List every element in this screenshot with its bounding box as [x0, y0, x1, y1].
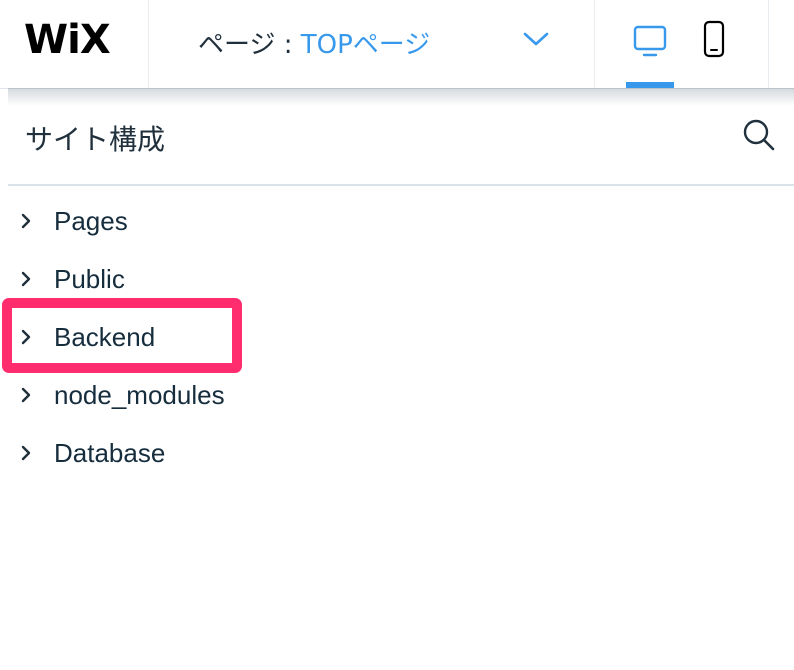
search-button[interactable]: [742, 118, 776, 152]
panel-divider: [8, 184, 794, 186]
page-prefix: ページ :: [198, 30, 301, 60]
tree-item-label: Public: [54, 264, 125, 294]
tree-item-label: node_modules: [54, 380, 225, 410]
tree-item-label: Database: [54, 438, 166, 468]
site-structure-panel: サイト構成 Pages Public Backend node_modules …: [8, 88, 794, 670]
desktop-view-button[interactable]: [613, 0, 687, 88]
current-page-name: TOPページ: [300, 30, 431, 60]
tree-item-database[interactable]: Database: [8, 428, 408, 478]
mobile-view-button[interactable]: [677, 0, 751, 88]
wix-logo[interactable]: WiX: [24, 17, 111, 63]
chevron-right-icon: [21, 271, 31, 287]
chevron-right-icon: [21, 445, 31, 461]
chevron-right-icon: [21, 387, 31, 403]
tree-item-public[interactable]: Public: [8, 254, 408, 304]
divider: [768, 0, 769, 88]
page-selector-label: ページ : TOPページ: [198, 24, 430, 61]
divider: [594, 0, 595, 88]
tree-item-label: Pages: [54, 206, 128, 236]
backend-highlight-box: [2, 298, 242, 373]
mobile-icon: [703, 20, 725, 58]
tree-item-node-modules[interactable]: node_modules: [8, 370, 408, 420]
top-bar: WiX ページ : TOPページ: [0, 0, 794, 89]
chevron-down-icon: [523, 32, 549, 46]
desktop-icon: [633, 25, 667, 57]
search-icon: [743, 119, 775, 151]
tree-item-pages[interactable]: Pages: [8, 196, 408, 246]
panel-title: サイト構成: [25, 123, 166, 156]
page-selector-dropdown[interactable]: ページ : TOPページ: [150, 0, 594, 88]
chevron-right-icon: [21, 213, 31, 229]
divider: [148, 0, 149, 88]
